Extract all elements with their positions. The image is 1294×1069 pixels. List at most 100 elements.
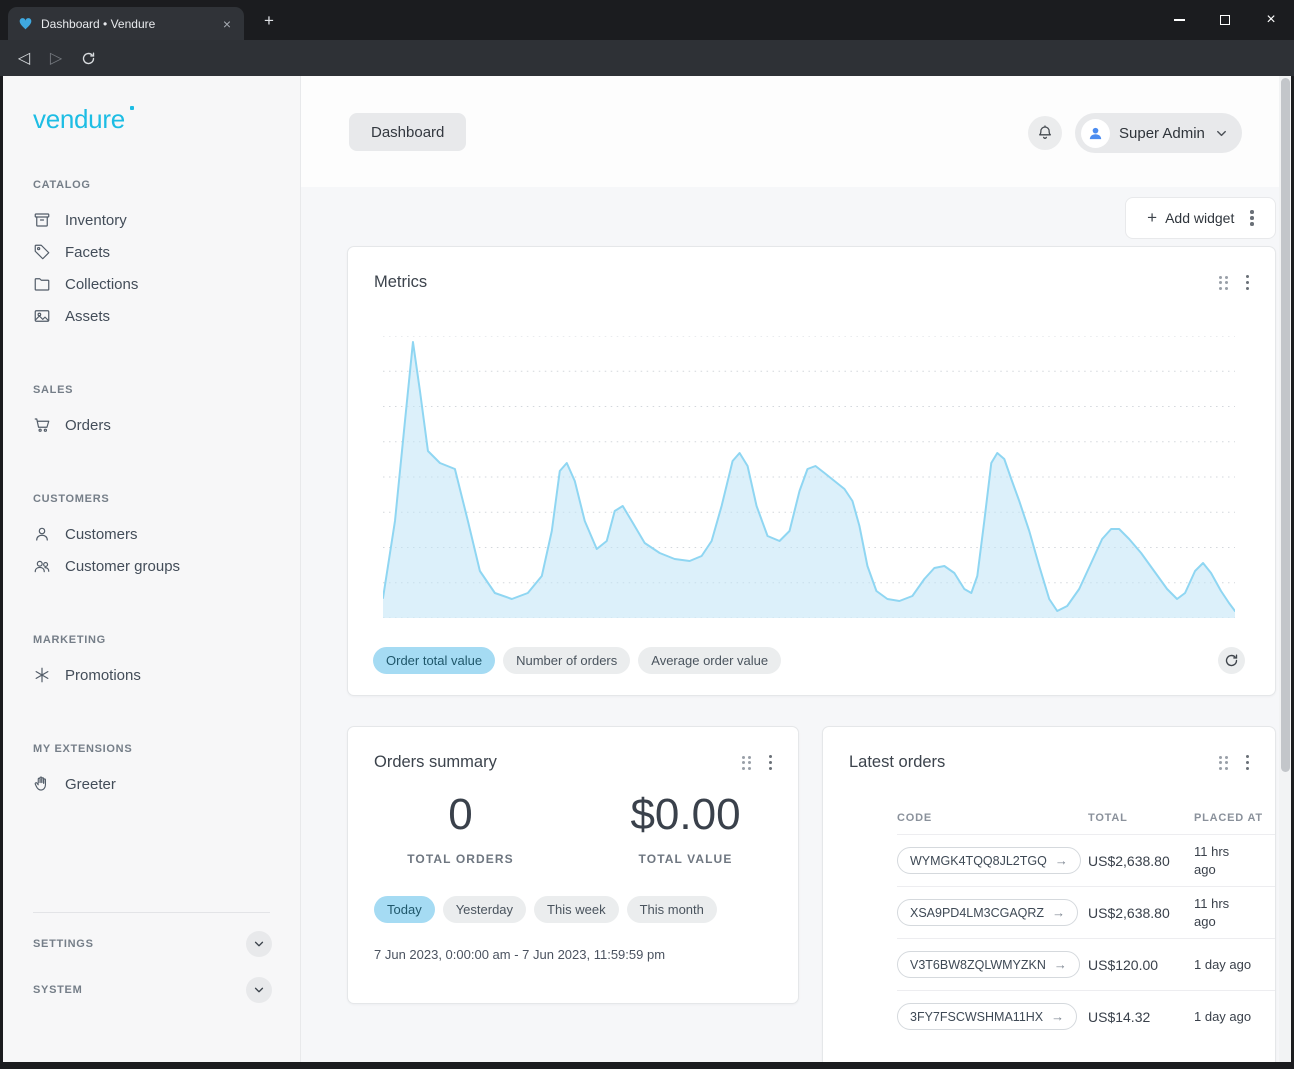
summary-date-range: 7 Jun 2023, 0:00:00 am - 7 Jun 2023, 11:…: [348, 947, 798, 962]
sidebar-section-system[interactable]: SYSTEM: [33, 967, 300, 1013]
sidebar-item-label: Greeter: [65, 776, 116, 793]
range-chip-today[interactable]: Today: [374, 896, 435, 923]
range-chip-this-month[interactable]: This month: [627, 896, 717, 923]
metrics-header: Metrics: [348, 247, 1275, 292]
sidebar-item-customer-groups[interactable]: Customer groups: [33, 550, 300, 582]
column-header-placed-at: PLACED AT: [1194, 812, 1276, 824]
filter-chip-average-order-value[interactable]: Average order value: [638, 647, 781, 674]
add-widget-label: Add widget: [1165, 210, 1234, 226]
breadcrumb[interactable]: Dashboard: [349, 113, 466, 151]
total-orders-value: 0: [348, 790, 573, 840]
order-code-link[interactable]: WYMGK4TQQ8JL2TGQ →: [897, 847, 1081, 874]
refresh-metrics-button[interactable]: [1218, 647, 1245, 674]
sidebar-section-my-extensions: MY EXTENSIONS Greeter: [33, 743, 300, 800]
order-placed-at: 1 day ago: [1194, 956, 1252, 974]
kebab-menu-icon[interactable]: [1246, 275, 1250, 291]
close-button[interactable]: ×: [1248, 0, 1294, 40]
order-code: XSA9PD4LM3CGAQRZ: [910, 906, 1044, 920]
page-title: Dashboard: [371, 124, 444, 141]
drag-handle-icon[interactable]: [742, 756, 751, 770]
orders-icon: [33, 416, 51, 434]
greeter-hand-icon: [33, 775, 51, 793]
arrow-right-icon: →: [1051, 1009, 1064, 1024]
order-code: WYMGK4TQQ8JL2TGQ: [910, 854, 1047, 868]
order-total: US$14.32: [1088, 1009, 1194, 1025]
total-value-stat: $0.00 TOTAL VALUE: [573, 790, 798, 866]
minimize-button[interactable]: [1156, 0, 1202, 40]
total-orders-label: TOTAL ORDERS: [348, 852, 573, 866]
customers-icon: [33, 525, 51, 543]
range-chip-yesterday[interactable]: Yesterday: [443, 896, 526, 923]
metrics-title: Metrics: [374, 273, 1219, 292]
sidebar: vendure CATALOG Inventory Facets Collect…: [3, 76, 301, 1062]
table-row: 3FY7FSCWSHMA11HX→ US$14.32 1 day ago: [897, 990, 1276, 1042]
column-header-code: CODE: [897, 812, 1088, 824]
range-chip-this-week[interactable]: This week: [534, 896, 619, 923]
order-total: US$2,638.80: [1088, 853, 1194, 869]
total-value-value: $0.00: [573, 790, 798, 840]
order-total: US$120.00: [1088, 957, 1194, 973]
latest-orders-header: Latest orders: [823, 727, 1275, 772]
back-button[interactable]: ◁: [10, 44, 38, 72]
refresh-button[interactable]: [74, 44, 102, 72]
arrow-right-icon: →: [1055, 853, 1068, 868]
page-content: vendure CATALOG Inventory Facets Collect…: [3, 76, 1291, 1062]
chevron-down-icon[interactable]: [246, 931, 272, 957]
order-code-link[interactable]: 3FY7FSCWSHMA11HX→: [897, 1003, 1077, 1030]
tab-strip: Dashboard • Vendure × + ×: [0, 0, 1294, 40]
notifications-button[interactable]: [1028, 116, 1062, 150]
logo-text: vendure: [33, 104, 125, 134]
sidebar-item-label: Customer groups: [65, 558, 180, 575]
sidebar-item-customers[interactable]: Customers: [33, 518, 300, 550]
metrics-widget: Metrics Order total value Number of: [347, 246, 1276, 696]
main-content: Dashboard Super Admin + Add widget Metri…: [301, 76, 1279, 1062]
tab-close-icon[interactable]: ×: [218, 15, 236, 33]
sidebar-item-orders[interactable]: Orders: [33, 409, 300, 441]
section-label-customers: CUSTOMERS: [33, 493, 300, 505]
forward-button[interactable]: ▷: [42, 44, 70, 72]
sidebar-item-label: Facets: [65, 244, 110, 261]
inventory-icon: [33, 211, 51, 229]
total-orders-stat: 0 TOTAL ORDERS: [348, 790, 573, 866]
scrollbar-thumb[interactable]: [1281, 78, 1290, 772]
sidebar-item-label: Customers: [65, 526, 138, 543]
order-placed-at: 11 hrs ago: [1194, 843, 1252, 878]
filter-chip-order-total-value[interactable]: Order total value: [373, 647, 495, 674]
drag-handle-icon[interactable]: [1219, 756, 1228, 770]
browser-tab[interactable]: Dashboard • Vendure ×: [8, 7, 244, 40]
sidebar-section-settings[interactable]: SETTINGS: [33, 921, 300, 967]
logo-mark: [130, 106, 134, 110]
section-label-sales: SALES: [33, 384, 300, 396]
order-code-link[interactable]: V3T6BW8ZQLWMYZKN→: [897, 951, 1080, 978]
chart-area-path: [383, 342, 1235, 618]
kebab-menu-icon[interactable]: [1250, 210, 1254, 226]
window-controls: ×: [1156, 0, 1294, 40]
order-code-link[interactable]: XSA9PD4LM3CGAQRZ→: [897, 899, 1078, 926]
metrics-chart-svg: [383, 336, 1235, 618]
sidebar-item-promotions[interactable]: Promotions: [33, 659, 300, 691]
sidebar-item-facets[interactable]: Facets: [33, 236, 300, 268]
table-row: WYMGK4TQQ8JL2TGQ → US$2,638.80 11 hrs ago: [897, 834, 1276, 886]
user-name: Super Admin: [1119, 125, 1205, 142]
add-widget-button[interactable]: + Add widget: [1125, 197, 1276, 239]
filter-chip-number-of-orders[interactable]: Number of orders: [503, 647, 630, 674]
kebab-menu-icon[interactable]: [769, 755, 773, 771]
new-tab-button[interactable]: +: [258, 10, 280, 32]
user-menu[interactable]: Super Admin: [1075, 113, 1242, 153]
drag-handle-icon[interactable]: [1219, 276, 1228, 290]
section-label-system: SYSTEM: [33, 984, 82, 996]
vendure-logo[interactable]: vendure: [33, 104, 125, 135]
chevron-down-icon[interactable]: [246, 977, 272, 1003]
page-scrollbar[interactable]: [1279, 76, 1291, 1062]
sidebar-item-collections[interactable]: Collections: [33, 268, 300, 300]
maximize-button[interactable]: [1202, 0, 1248, 40]
kebab-menu-icon[interactable]: [1246, 755, 1250, 771]
total-value-label: TOTAL VALUE: [573, 852, 798, 866]
metrics-filters: Order total value Number of orders Avera…: [373, 647, 781, 674]
sidebar-item-assets[interactable]: Assets: [33, 300, 300, 332]
sidebar-item-inventory[interactable]: Inventory: [33, 204, 300, 236]
orders-summary-title: Orders summary: [374, 753, 742, 772]
refresh-icon: [81, 51, 96, 66]
promotions-icon: [33, 666, 51, 684]
sidebar-item-greeter[interactable]: Greeter: [33, 768, 300, 800]
